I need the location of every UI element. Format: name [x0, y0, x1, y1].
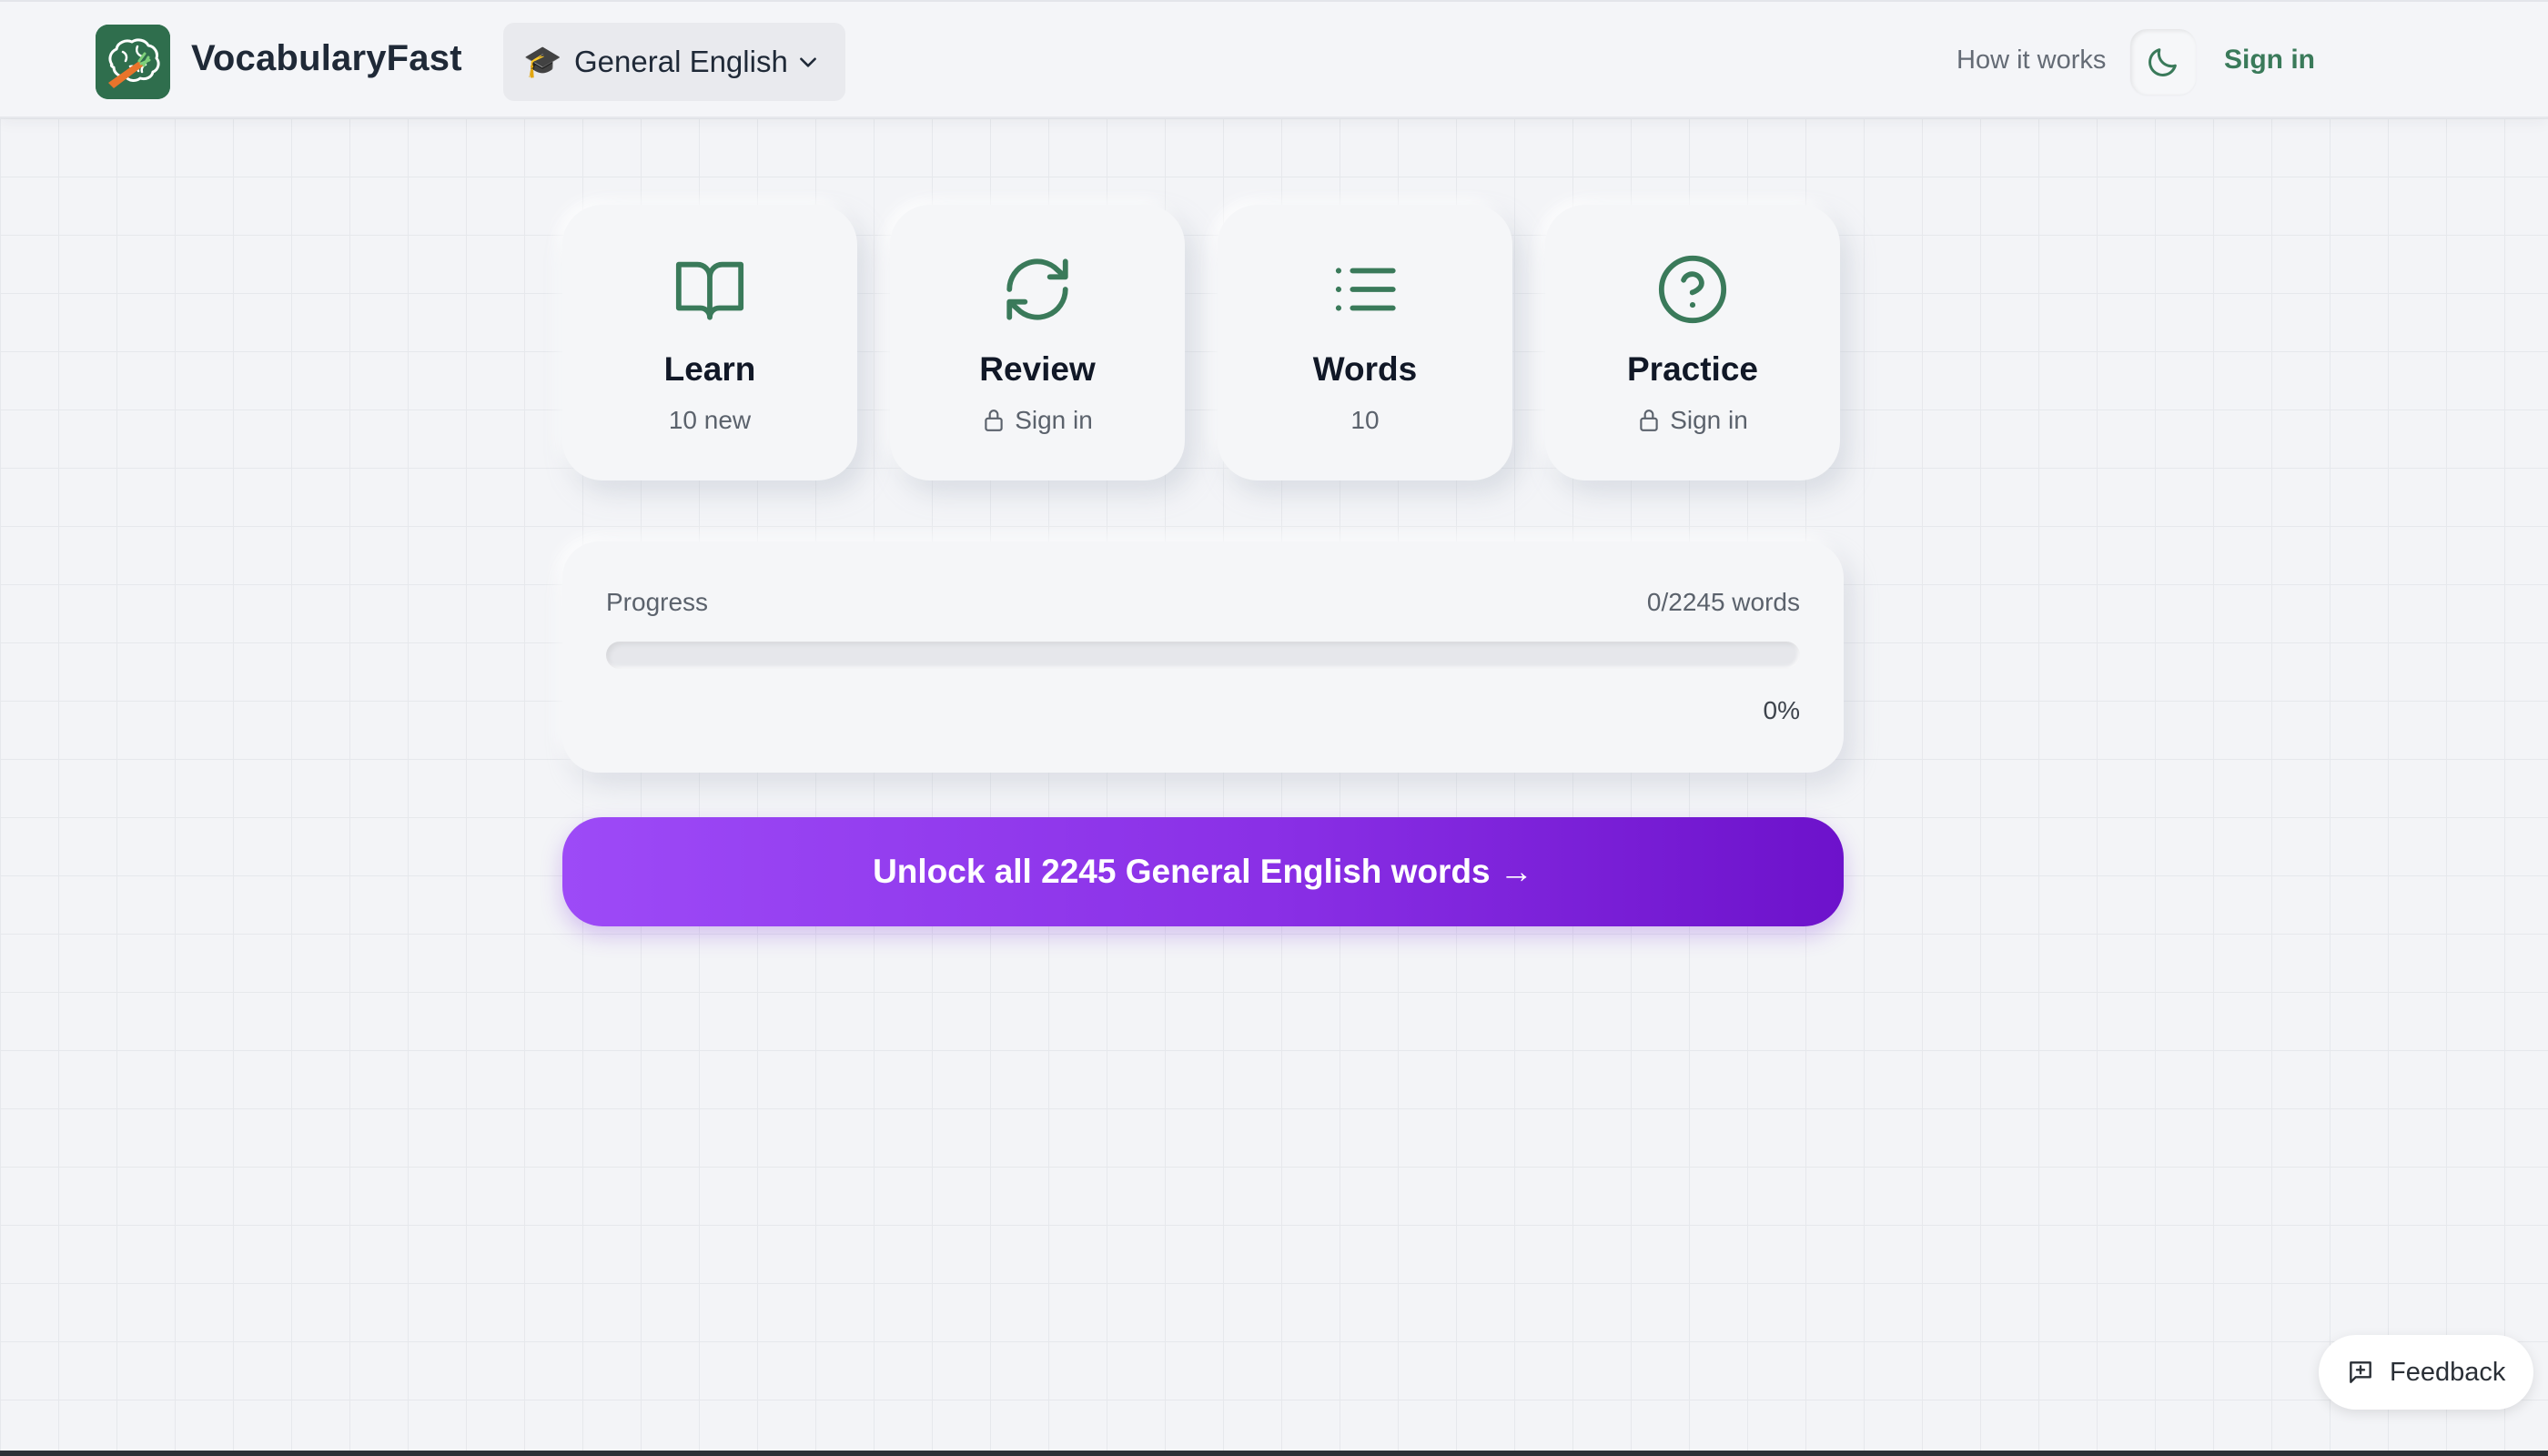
card-subtitle-text: Sign in — [1015, 406, 1093, 434]
card-subtitle: Sign in — [1545, 406, 1840, 435]
progress-card: Progress 0/2245 words 0% — [562, 541, 1844, 773]
progress-label: Progress — [606, 588, 709, 616]
card-learn[interactable]: Learn 10 new — [562, 205, 857, 480]
card-subtitle-text: 10 new — [668, 406, 752, 434]
app-logo[interactable] — [96, 25, 170, 99]
card-subtitle-text: Sign in — [1670, 406, 1748, 434]
book-open-icon — [675, 261, 744, 320]
card-title: Practice — [1627, 350, 1758, 388]
progress-count: 0/2245 words — [1646, 588, 1800, 616]
moon-icon — [2149, 48, 2177, 76]
card-subtitle-text: 10 — [1350, 406, 1380, 434]
chevron-down-icon — [800, 57, 816, 67]
bottom-edge — [0, 1451, 2548, 1456]
how-it-works-link[interactable]: How it works — [1956, 46, 2106, 76]
card-practice[interactable]: Practice Sign in — [1545, 205, 1840, 480]
feedback-label: Feedback — [2390, 1357, 2506, 1387]
help-circle-icon — [1658, 255, 1727, 324]
brain-carrot-logo-icon — [96, 25, 170, 99]
unlock-all-words-button[interactable]: Unlock all 2245 General English words → — [562, 817, 1844, 926]
lock-icon — [985, 410, 1003, 431]
theme-toggle-button[interactable] — [2130, 29, 2196, 95]
card-words[interactable]: Words 10 — [1218, 205, 1512, 480]
language-label: General English — [574, 45, 788, 78]
brand-name: VocabularyFast — [191, 38, 462, 78]
progress-percent: 0% — [1763, 696, 1800, 724]
card-subtitle: 10 new — [562, 406, 857, 435]
sign-in-link[interactable]: Sign in — [2224, 45, 2315, 76]
graduation-cap-icon: 🎓 — [523, 45, 562, 79]
top-navbar: VocabularyFast 🎓 General English How it … — [0, 0, 2548, 118]
card-subtitle: Sign in — [890, 406, 1185, 435]
card-title: Learn — [663, 350, 756, 388]
refresh-icon — [1006, 258, 1068, 320]
card-title: Words — [1312, 350, 1418, 388]
card-review[interactable]: Review Sign in — [890, 205, 1185, 480]
lock-icon — [1640, 410, 1658, 431]
progress-bar — [606, 642, 1800, 669]
language-selector[interactable]: 🎓 General English — [503, 23, 845, 101]
feedback-button[interactable]: Feedback — [2319, 1335, 2533, 1410]
card-subtitle: 10 — [1218, 406, 1512, 435]
message-plus-icon — [2350, 1361, 2371, 1383]
card-title: Review — [979, 350, 1096, 388]
list-icon — [1335, 268, 1396, 311]
